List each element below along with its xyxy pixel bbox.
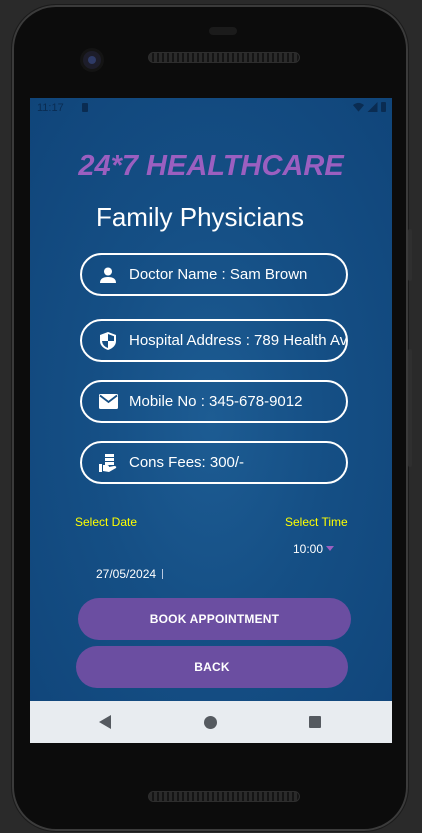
shield-icon — [98, 331, 118, 351]
status-bar: 11:17 — [30, 98, 392, 120]
status-time: 11:17 — [37, 102, 64, 114]
top-speaker-grille — [148, 52, 300, 63]
mail-icon — [98, 392, 118, 412]
wifi-icon — [353, 102, 364, 112]
power-button — [408, 229, 412, 281]
nav-home-icon[interactable] — [204, 716, 217, 729]
dropdown-arrow-icon[interactable] — [326, 546, 334, 551]
hospital-address-field[interactable]: Hospital Address : 789 Health Ave — [80, 319, 348, 362]
earpiece — [209, 27, 237, 35]
nav-recents-icon[interactable] — [309, 716, 321, 728]
text-cursor — [162, 569, 163, 579]
status-icons — [353, 102, 386, 112]
date-input[interactable]: 27/05/2024 — [96, 567, 156, 581]
select-time-label: Select Time — [285, 515, 348, 529]
app-screen: 11:17 24*7 HEALTHCARE Family Physicians … — [30, 98, 392, 743]
doctor-name-text: Doctor Name : Sam Brown — [129, 266, 308, 283]
book-appointment-button[interactable]: BOOK APPOINTMENT — [78, 598, 351, 640]
page-title: Family Physicians — [95, 202, 305, 232]
android-nav-bar — [30, 701, 392, 743]
hospital-address-text: Hospital Address : 789 Health Ave — [129, 332, 346, 349]
time-spinner[interactable]: 10:00 — [293, 542, 323, 556]
bottom-speaker-grille — [148, 791, 300, 802]
back-button[interactable]: BACK — [76, 646, 348, 688]
consultation-fees-text: Cons Fees: 300/- — [129, 454, 245, 471]
app-title: 24*7 HEALTHCARE — [78, 150, 344, 182]
doctor-name-field[interactable]: Doctor Name : Sam Brown — [80, 253, 348, 296]
person-icon — [98, 265, 118, 285]
sim-icon — [82, 103, 88, 112]
money-hand-icon — [98, 453, 118, 473]
camera-icon — [83, 51, 101, 69]
signal-icon — [367, 102, 378, 112]
select-date-label: Select Date — [75, 515, 138, 529]
battery-icon — [381, 102, 386, 112]
nav-back-icon[interactable] — [99, 715, 111, 729]
mobile-number-field[interactable]: Mobile No : 345-678-9012 — [80, 380, 348, 423]
mobile-number-text: Mobile No : 345-678-9012 — [129, 393, 303, 410]
volume-button — [408, 349, 412, 467]
consultation-fees-field[interactable]: Cons Fees: 300/- — [80, 441, 348, 484]
